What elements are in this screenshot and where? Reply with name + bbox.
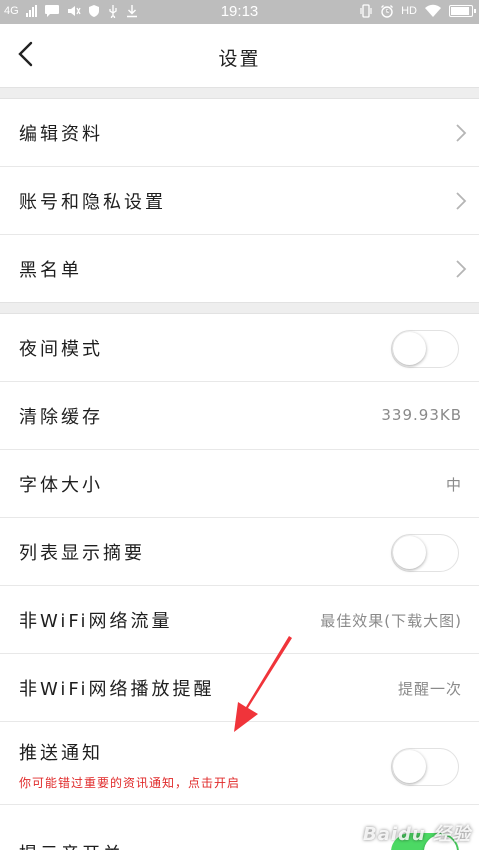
row-label: 清除缓存 xyxy=(19,407,103,428)
row-label: 字体大小 xyxy=(19,475,103,496)
nav-header: 设置 xyxy=(0,24,479,87)
cache-size-value: 339.93KB xyxy=(381,406,462,424)
hd-indicator: HD xyxy=(401,5,417,17)
toggle-knob xyxy=(393,332,426,365)
row-label: 列表显示摘要 xyxy=(19,543,145,564)
account-privacy-row[interactable]: 账号和隐私设置 xyxy=(0,167,479,235)
status-bar: 4G 19:13 HD xyxy=(0,0,479,24)
row-label: 黑名单 xyxy=(19,260,82,281)
chevron-right-icon xyxy=(456,260,467,278)
row-label: 非WiFi网络播放提醒 xyxy=(19,679,215,700)
edit-profile-row[interactable]: 编辑资料 xyxy=(0,99,479,167)
settings-screen: 4G 19:13 HD 设置 编辑资料 账号和隐私设置 黑名单 夜间模式 清除缓… xyxy=(0,0,479,850)
font-size-row[interactable]: 字体大小 中 xyxy=(0,450,479,518)
list-summary-row[interactable]: 列表显示摘要 xyxy=(0,518,479,586)
row-label: 推送通知 xyxy=(19,743,103,764)
night-mode-row[interactable]: 夜间模式 xyxy=(0,314,479,382)
list-summary-toggle[interactable] xyxy=(391,534,459,572)
toggle-knob xyxy=(393,750,426,783)
push-notification-row[interactable]: 推送通知 你可能错过重要的资讯通知，点击开启 xyxy=(0,722,479,805)
row-label: 夜间模式 xyxy=(19,339,103,360)
chevron-right-icon xyxy=(456,192,467,210)
wifi-icon xyxy=(425,4,441,17)
alarm-icon xyxy=(381,5,394,18)
section-divider xyxy=(0,87,479,99)
chevron-right-icon xyxy=(456,124,467,142)
non-wifi-play-reminder-row[interactable]: 非WiFi网络播放提醒 提醒一次 xyxy=(0,654,479,722)
font-size-value: 中 xyxy=(445,476,462,494)
row-label: 账号和隐私设置 xyxy=(19,192,166,213)
clear-cache-row[interactable]: 清除缓存 339.93KB xyxy=(0,382,479,450)
push-notification-toggle[interactable] xyxy=(391,748,459,786)
reminder-value: 提醒一次 xyxy=(397,680,462,698)
row-label: 编辑资料 xyxy=(19,124,103,145)
toggle-knob xyxy=(393,536,426,569)
battery-icon xyxy=(449,5,476,17)
night-mode-toggle[interactable] xyxy=(391,330,459,368)
page-title: 设置 xyxy=(218,48,261,70)
row-label: 提示音开关 xyxy=(19,840,124,850)
baidu-watermark: Baidu 经验 xyxy=(362,824,471,845)
vibrate-icon xyxy=(360,4,372,18)
traffic-mode-value: 最佳效果(下载大图) xyxy=(320,612,462,630)
blacklist-row[interactable]: 黑名单 xyxy=(0,235,479,303)
row-label: 非WiFi网络流量 xyxy=(19,611,173,632)
non-wifi-traffic-row[interactable]: 非WiFi网络流量 最佳效果(下载大图) xyxy=(0,586,479,654)
section-divider xyxy=(0,302,479,314)
push-warning-text[interactable]: 你可能错过重要的资讯通知，点击开启 xyxy=(19,774,240,791)
